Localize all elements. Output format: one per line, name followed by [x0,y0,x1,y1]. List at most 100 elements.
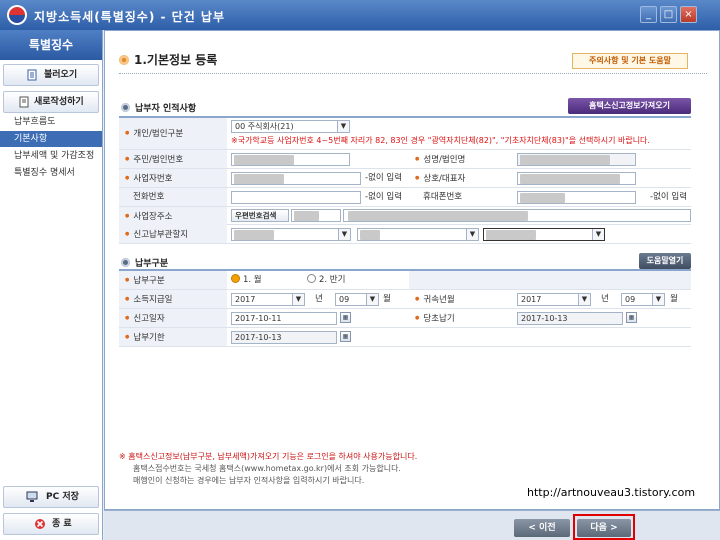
radio-icon [307,274,316,283]
company-input[interactable] [517,172,636,185]
redacted-value [234,155,294,165]
month-unit: 월 [383,294,391,304]
payment-date-label: 당초납기 [409,309,517,327]
chevron-down-icon: ▼ [592,229,604,240]
attr-month-select[interactable]: 09 ▼ [621,293,665,306]
chevron-down-icon: ▼ [466,229,478,240]
no-dash-hint-3: -없이 입력 [650,192,688,202]
year-unit-2: 년 [601,294,609,304]
kind-option-half[interactable]: 2. 반기 [307,271,345,289]
bizno-label: 사업자번호 [119,169,227,187]
report-date-label: 신고일자 [119,309,227,327]
no-dash-hint: -없이 입력 [365,173,403,183]
payment-date-field: 2017-10-13 [517,312,623,325]
office-branch-select[interactable]: ▼ [483,228,605,241]
due-date-field: 2017-10-13 [231,331,337,344]
name-field [517,153,636,166]
bizno-input[interactable] [231,172,361,185]
zip-search-button[interactable]: 우편번호검색 [231,209,289,222]
pay-month-select[interactable]: 09 ▼ [335,293,379,306]
window-titlebar: 지방소득세(특별징수) - 단건 납부 _ □ × [0,0,720,30]
calendar-icon[interactable]: ▦ [626,312,637,323]
zipcode-input[interactable] [291,209,341,222]
load-button-label: 불러오기 [44,70,78,80]
calendar-icon[interactable]: ▦ [340,331,351,342]
minimize-button[interactable]: _ [640,6,657,23]
payment-subtitle: 납부구분 [121,256,168,269]
document-icon [27,69,37,81]
taegeuk-logo-icon [7,5,27,25]
chevron-down-icon: ▼ [338,229,350,240]
phone-label: 전화번호 [119,188,227,206]
load-button[interactable]: 불러오기 [3,64,99,86]
year-unit: 년 [315,294,323,304]
chevron-down-icon: ▼ [652,294,664,305]
notice-line-3: 매행인이 신청하는 경우에는 납부자 인적사항을 입력하시기 바랍니다. [133,476,365,485]
sidebar-item-flow[interactable]: 납부흐름도 [0,114,102,130]
sidebar-title: 특별징수 [0,30,102,60]
redacted-value [234,174,284,184]
name-label: 성명/법인명 [409,150,517,168]
rrn-input[interactable] [231,153,350,166]
notice-line-1: ※ 홈택스신고정보(납부구분, 납부세액)가져오기 기능은 로그인을 하셔야 사… [119,452,418,461]
exit-label: 종 료 [52,519,72,529]
sidebar-item-tax-amount[interactable]: 납부세액 및 가감조정 [0,148,102,164]
computer-icon [26,491,38,502]
new-write-button[interactable]: 새로작성하기 [3,91,99,113]
redacted-value [294,211,319,221]
divider [119,73,707,74]
calendar-icon[interactable]: ▦ [340,312,351,323]
new-write-button-label: 새로작성하기 [34,97,84,107]
redacted-value [360,230,380,240]
kind-option-month[interactable]: 1. 월 [231,271,262,289]
office-sigungu-select[interactable]: ▼ [357,228,479,241]
pc-save-button[interactable]: PC 저장 [3,486,99,508]
exit-button[interactable]: 종 료 [3,513,99,535]
payer-subtitle: 납부자 인적사항 [121,101,196,114]
notice-text: ※ 홈택스신고정보(납부구분, 납부세액)가져오기 기능은 로그인을 하셔야 사… [119,451,417,487]
type-label: 개인/법인구분 [119,118,227,149]
section-title: 1.기본정보 등록 [119,51,217,68]
bizno-warning: ※국가학교등 사업자번호 4~5번째 자리가 82, 83인 경우 "광역자치단… [231,136,650,145]
month-unit-2: 월 [670,294,678,304]
attr-year-select[interactable]: 2017 ▼ [517,293,591,306]
help-open-button[interactable]: 도움말열기 [639,253,691,269]
next-button[interactable]: 다음 > [577,519,631,537]
chevron-down-icon: ▼ [337,121,349,132]
payer-table: 개인/법인구분 00 주식회사(21)▼ ※국가학교등 사업자번호 4~5번째 … [119,116,691,244]
sidebar-item-basic[interactable]: 기본사항 [0,131,102,147]
payment-table: 납부구분 1. 월 2. 반기 소득지급일 2017▼ 년 09▼ 월 귀속년월… [119,269,691,347]
entity-type-select[interactable]: 00 주식회사(21) ▼ [231,120,350,133]
main-panel: 1.기본정보 등록 주의사항 및 기본 도움말 납부자 인적사항 홈택스신고정보… [104,30,720,510]
office-sido-select[interactable]: ▼ [231,228,351,241]
hometax-import-button[interactable]: 홈택스신고정보가져오기 [568,98,691,114]
empty-cell [409,271,691,289]
redacted-value [234,230,274,240]
address-input[interactable] [343,209,691,222]
pc-save-label: PC 저장 [46,492,79,502]
attr-month-label: 귀속년월 [409,290,517,308]
help-notice-button[interactable]: 주의사항 및 기본 도움말 [572,53,688,69]
bullet-icon [121,258,130,267]
mobile-input[interactable] [517,191,636,204]
exit-x-icon [35,519,45,529]
phone-input[interactable] [231,191,361,204]
office-label: 신고납부관할지 [119,225,227,243]
prev-button[interactable]: < 이전 [514,519,570,537]
redacted-value [348,211,528,221]
bullet-icon [121,103,130,112]
redacted-value [486,230,536,240]
report-date-input[interactable]: 2017-10-11 [231,312,337,325]
notice-line-2: 홈택스접수번호는 국세청 홈택스(www.hometax.go.kr)에서 조회… [133,464,401,473]
close-button[interactable]: × [680,6,697,23]
maximize-button[interactable]: □ [660,6,677,23]
pay-year-select[interactable]: 2017 ▼ [231,293,305,306]
address-label: 사업장주소 [119,207,227,225]
no-dash-hint-2: -없이 입력 [365,192,403,202]
sidebar-item-statement[interactable]: 특별징수 명세서 [0,165,102,181]
chevron-down-icon: ▼ [366,294,378,305]
new-document-icon [19,96,29,108]
redacted-value [520,155,610,165]
footer-nav: < 이전 다음 > [104,510,720,540]
redacted-value [520,193,565,203]
